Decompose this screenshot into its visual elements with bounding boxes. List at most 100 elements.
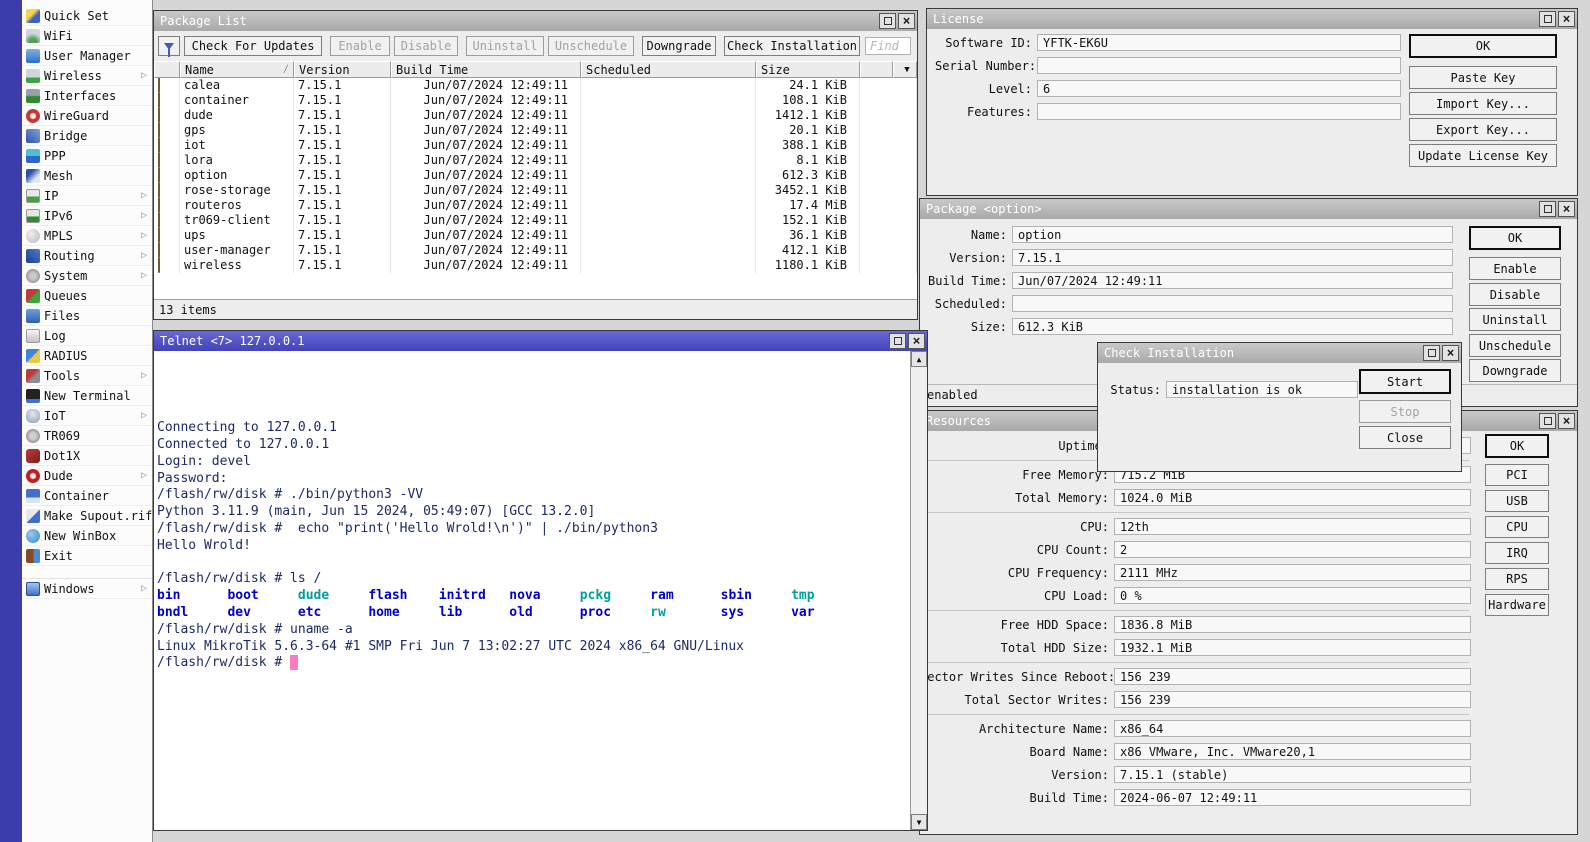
table-row[interactable]: rose-storage7.15.1Jun/07/2024 12:49:1134… — [154, 183, 917, 198]
scroll-up-icon[interactable]: ▲ — [911, 351, 927, 367]
name-field[interactable]: option — [1012, 226, 1453, 243]
column-select-button[interactable]: ▼ — [893, 61, 917, 78]
check-installation-titlebar[interactable]: Check Installation × — [1098, 343, 1461, 363]
close-action-button[interactable]: Close — [1359, 426, 1451, 449]
enable-button[interactable]: Enable — [1469, 257, 1561, 280]
column-icon[interactable] — [154, 61, 180, 78]
table-row[interactable]: routeros7.15.1Jun/07/2024 12:49:1117.4 M… — [154, 198, 917, 213]
close-button[interactable]: × — [1558, 201, 1575, 217]
check-installation-button[interactable]: Check Installation — [724, 36, 860, 56]
terminal-output[interactable]: Connecting to 127.0.0.1Connected to 127.… — [154, 351, 910, 830]
sidebar-item-interfaces[interactable]: Interfaces — [22, 86, 152, 106]
disable-button[interactable]: Disable — [1469, 283, 1561, 306]
status-field[interactable]: installation is ok — [1166, 381, 1358, 398]
close-button[interactable]: × — [1442, 345, 1459, 361]
column-scheduled[interactable]: Scheduled — [581, 61, 756, 78]
telnet-titlebar[interactable]: Telnet <7> 127.0.0.1 × — [154, 331, 927, 351]
cpu-field[interactable]: 12th — [1114, 518, 1471, 535]
table-row[interactable]: lora7.15.1Jun/07/2024 12:49:118.1 KiB — [154, 153, 917, 168]
cpu-frequency-field[interactable]: 2111 MHz — [1114, 564, 1471, 581]
features-field[interactable] — [1037, 103, 1401, 120]
sidebar-item-iot[interactable]: IoT▷ — [22, 406, 152, 426]
rps-button[interactable]: RPS — [1485, 568, 1549, 590]
table-row[interactable]: dude7.15.1Jun/07/2024 12:49:111412.1 KiB — [154, 108, 917, 123]
maximize-button[interactable] — [1539, 201, 1556, 217]
sidebar-item-wireguard[interactable]: WireGuard — [22, 106, 152, 126]
unschedule-button[interactable]: Unschedule — [548, 36, 634, 56]
enable-button[interactable]: Enable — [330, 36, 390, 56]
table-row[interactable]: calea7.15.1Jun/07/2024 12:49:1124.1 KiB — [154, 78, 917, 93]
maximize-button[interactable] — [879, 13, 896, 29]
sidebar-item-ip[interactable]: IP▷ — [22, 186, 152, 206]
usb-button[interactable]: USB — [1485, 490, 1549, 512]
uninstall-button[interactable]: Uninstall — [1469, 308, 1561, 331]
total-hdd-size-field[interactable]: 1932.1 MiB — [1114, 639, 1471, 656]
license-titlebar[interactable]: License × — [927, 9, 1577, 29]
stop-button[interactable]: Stop — [1359, 400, 1451, 423]
package-option-titlebar[interactable]: Package <option> × — [920, 199, 1577, 219]
sidebar-item-log[interactable]: Log — [22, 326, 152, 346]
scroll-down-icon[interactable]: ▼ — [911, 814, 927, 830]
sidebar-item-tr069[interactable]: TR069 — [22, 426, 152, 446]
paste-key-button[interactable]: Paste Key — [1409, 66, 1557, 89]
sidebar-item-radius[interactable]: RADIUS — [22, 346, 152, 366]
find-input[interactable] — [865, 37, 911, 55]
sidebar-item-mpls[interactable]: MPLS▷ — [22, 226, 152, 246]
total-memory-field[interactable]: 1024.0 MiB — [1114, 489, 1471, 506]
downgrade-button[interactable]: Downgrade — [1469, 359, 1561, 382]
check-for-updates-button[interactable]: Check For Updates — [184, 36, 322, 56]
disable-button[interactable]: Disable — [394, 36, 458, 56]
maximize-button[interactable] — [889, 333, 906, 349]
sidebar-item-ipv6[interactable]: IPv6▷ — [22, 206, 152, 226]
close-button[interactable]: × — [898, 13, 915, 29]
sidebar-item-tools[interactable]: Tools▷ — [22, 366, 152, 386]
column-size[interactable]: Size — [756, 61, 860, 78]
hardware-button[interactable]: Hardware — [1485, 594, 1549, 616]
ok-button[interactable]: OK — [1469, 226, 1561, 250]
software-id-field[interactable]: YFTK-EK6U — [1037, 34, 1401, 51]
serial-number-field[interactable] — [1037, 57, 1401, 74]
package-list-titlebar[interactable]: Package List × — [154, 11, 917, 31]
sidebar-item-bridge[interactable]: Bridge — [22, 126, 152, 146]
filter-button[interactable] — [158, 36, 180, 56]
column-name[interactable]: Name∕ — [180, 61, 294, 78]
sidebar-item-exit[interactable]: Exit — [22, 546, 152, 566]
architecture-name-field[interactable]: x86_64 — [1114, 720, 1471, 737]
sidebar-item-ppp[interactable]: PPP — [22, 146, 152, 166]
column-version[interactable]: Version — [294, 61, 391, 78]
column-build-time[interactable]: Build Time — [391, 61, 581, 78]
sidebar-item-files[interactable]: Files — [22, 306, 152, 326]
version-field[interactable]: 7.15.1 — [1012, 249, 1453, 266]
export-key-button[interactable]: Export Key... — [1409, 118, 1557, 141]
ros-version-field[interactable]: 7.15.1 (stable) — [1114, 766, 1471, 783]
sidebar-item-container[interactable]: Container — [22, 486, 152, 506]
table-row[interactable]: wireless7.15.1Jun/07/2024 12:49:111180.1… — [154, 258, 917, 273]
build-time-field[interactable]: Jun/07/2024 12:49:11 — [1012, 272, 1453, 289]
total-sector-writes-field[interactable]: 156 239 — [1114, 691, 1471, 708]
irq-button[interactable]: IRQ — [1485, 542, 1549, 564]
ok-button[interactable]: OK — [1485, 434, 1549, 458]
size-field[interactable]: 612.3 KiB — [1012, 318, 1453, 335]
table-row[interactable]: gps7.15.1Jun/07/2024 12:49:1120.1 KiB — [154, 123, 917, 138]
ros-build-time-field[interactable]: 2024-06-07 12:49:11 — [1114, 789, 1471, 806]
level-field[interactable]: 6 — [1037, 80, 1401, 97]
terminal-scrollbar[interactable]: ▲ ▼ — [910, 351, 927, 830]
ok-button[interactable]: OK — [1409, 34, 1557, 58]
table-row[interactable]: user-manager7.15.1Jun/07/2024 12:49:1141… — [154, 243, 917, 258]
sector-writes-since-reboot-field[interactable]: 156 239 — [1114, 668, 1471, 685]
scheduled-field[interactable] — [1012, 295, 1453, 312]
sidebar-item-wifi[interactable]: WiFi — [22, 26, 152, 46]
sidebar-item-routing[interactable]: Routing▷ — [22, 246, 152, 266]
close-button[interactable]: × — [1558, 413, 1575, 429]
unschedule-button[interactable]: Unschedule — [1469, 334, 1561, 357]
sidebar-item-system[interactable]: System▷ — [22, 266, 152, 286]
sidebar-item-dude[interactable]: Dude▷ — [22, 466, 152, 486]
table-row[interactable]: option7.15.1Jun/07/2024 12:49:11612.3 Ki… — [154, 168, 917, 183]
sidebar-item-new-terminal[interactable]: New Terminal — [22, 386, 152, 406]
table-row[interactable]: tr069-client7.15.1Jun/07/2024 12:49:1115… — [154, 213, 917, 228]
sidebar-item-windows[interactable]: Windows▷ — [22, 579, 152, 599]
maximize-button[interactable] — [1539, 413, 1556, 429]
table-row[interactable]: ups7.15.1Jun/07/2024 12:49:1136.1 KiB — [154, 228, 917, 243]
start-button[interactable]: Start — [1359, 369, 1451, 394]
cpu-button[interactable]: CPU — [1485, 516, 1549, 538]
